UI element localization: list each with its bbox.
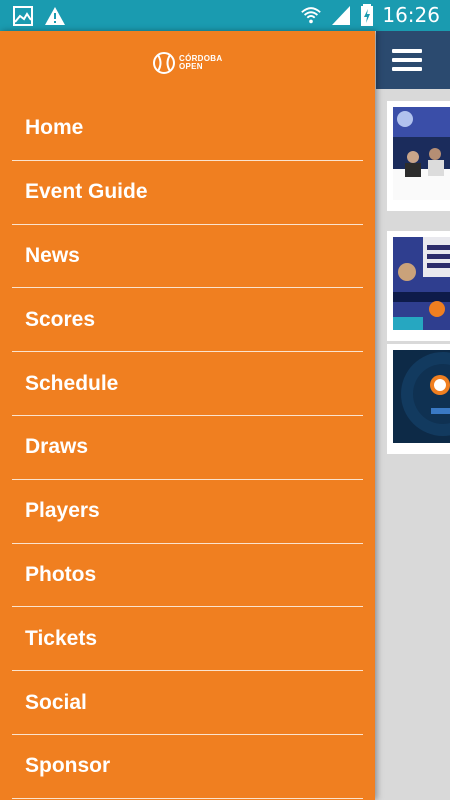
- menu-item-news[interactable]: News: [12, 225, 363, 289]
- navigation-drawer: CÓRDOBA OPEN Home Event Guide News Score…: [0, 31, 375, 800]
- menu-item-tickets[interactable]: Tickets: [12, 607, 363, 672]
- menu-item-social[interactable]: Social: [12, 671, 363, 735]
- warning-icon: [45, 7, 65, 25]
- news-card[interactable]: [387, 344, 450, 454]
- menu-item-label: Home: [25, 116, 84, 140]
- clock: 16:26: [382, 3, 440, 27]
- logo-line-2: OPEN: [179, 62, 203, 71]
- menu-item-schedule[interactable]: Schedule: [12, 352, 363, 416]
- promo-banner-photo: [393, 237, 450, 330]
- menu-item-label: Event Guide: [25, 180, 148, 204]
- menu-item-label: Scores: [25, 307, 96, 331]
- menu-item-draws[interactable]: Draws: [12, 416, 363, 480]
- battery-charging-icon: [361, 4, 374, 26]
- tennis-ball-icon: [153, 52, 175, 74]
- menu-item-label: Schedule: [25, 371, 119, 395]
- press-conference-photo: [393, 107, 450, 200]
- drawer-menu: Home Event Guide News Scores Schedule Dr…: [12, 97, 363, 799]
- menu-item-photos[interactable]: Photos: [12, 544, 363, 608]
- news-card[interactable]: [387, 101, 450, 211]
- news-card[interactable]: [387, 231, 450, 341]
- menu-item-label: News: [25, 243, 80, 267]
- menu-item-event-guide[interactable]: Event Guide: [12, 161, 363, 225]
- menu-item-label: Sponsor: [25, 754, 111, 778]
- cordoba-open-logo: CÓRDOBA OPEN: [152, 51, 222, 75]
- menu-icon[interactable]: [392, 49, 422, 71]
- menu-item-label: Players: [25, 499, 100, 523]
- status-bar: 16:26: [0, 0, 450, 31]
- signal-icon: [332, 6, 351, 25]
- menu-item-label: Photos: [25, 562, 97, 586]
- menu-item-scores[interactable]: Scores: [12, 288, 363, 353]
- menu-item-players[interactable]: Players: [12, 480, 363, 544]
- atp-logo-photo: [393, 350, 450, 443]
- wifi-icon: [301, 7, 322, 24]
- gallery-icon: [13, 6, 33, 26]
- menu-item-sponsor[interactable]: Sponsor: [12, 735, 363, 799]
- menu-item-label: Draws: [25, 435, 89, 459]
- menu-item-label: Tickets: [25, 626, 97, 650]
- menu-item-label: Social: [25, 690, 87, 714]
- menu-item-home[interactable]: Home: [12, 97, 363, 161]
- app-bar: [376, 31, 450, 89]
